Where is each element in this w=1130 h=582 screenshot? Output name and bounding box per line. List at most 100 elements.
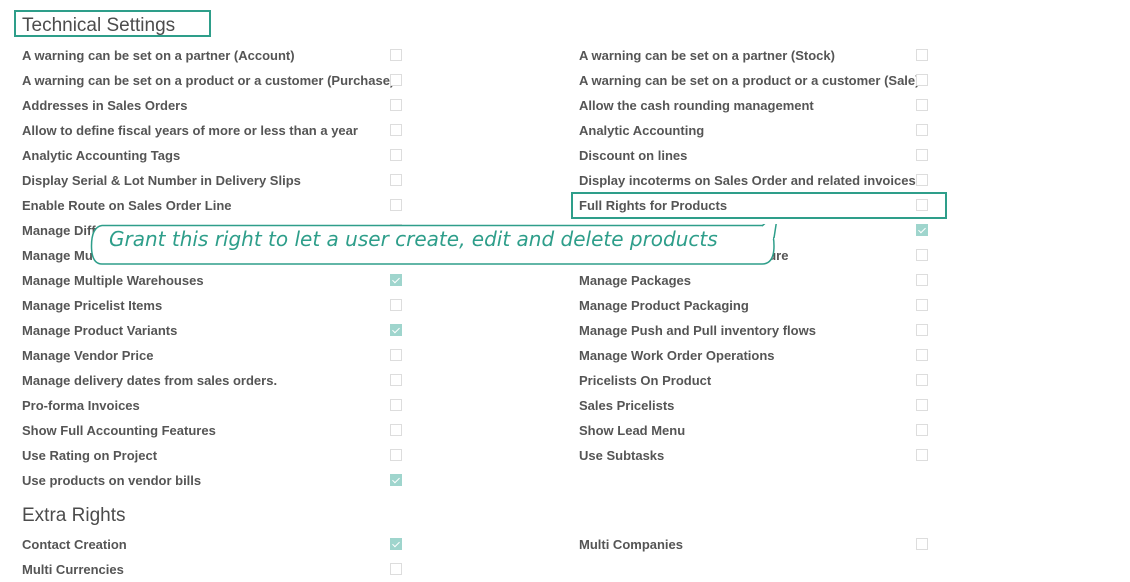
setting-checkbox[interactable] (390, 124, 402, 136)
setting-checkbox[interactable] (390, 399, 402, 411)
setting-label: Analytic Accounting Tags (22, 148, 181, 163)
setting-checkbox[interactable] (390, 174, 402, 186)
setting-label: Allow to define fiscal years of more or … (22, 123, 358, 138)
setting-checkbox[interactable] (916, 324, 928, 336)
setting-row-sales-pricelists: Sales Pricelists (579, 393, 939, 418)
extra-rights-title: Extra Rights (22, 505, 126, 526)
callout-text: Grant this right to let a user create, e… (109, 227, 718, 251)
setting-label: Sales Pricelists (579, 398, 675, 413)
setting-row-allow-to-define-fiscal-years-of-more-or-less-than-a-year: Allow to define fiscal years of more or … (22, 118, 412, 143)
setting-checkbox[interactable] (916, 99, 928, 111)
setting-row-use-products-on-vendor-bills: Use products on vendor bills (22, 468, 412, 493)
setting-checkbox[interactable] (916, 249, 928, 261)
setting-row-multi-companies: Multi Companies (579, 532, 939, 557)
setting-row-analytic-accounting: Analytic Accounting (579, 118, 939, 143)
setting-checkbox[interactable] (916, 449, 928, 461)
setting-row-a-warning-can-be-set-on-a-partner-account: A warning can be set on a partner (Accou… (22, 43, 412, 68)
setting-row-manage-multiple-warehouses: Manage Multiple Warehouses (22, 268, 412, 293)
setting-label: Manage Work Order Operations (579, 348, 775, 363)
setting-checkbox[interactable] (390, 99, 402, 111)
title-highlight-frame (14, 10, 211, 37)
setting-checkbox[interactable] (390, 374, 402, 386)
setting-checkbox[interactable] (390, 74, 402, 86)
setting-row-addresses-in-sales-orders: Addresses in Sales Orders (22, 93, 412, 118)
setting-checkbox[interactable] (390, 274, 402, 286)
setting-label: Show Lead Menu (579, 423, 686, 438)
setting-label: Pro-forma Invoices (22, 398, 140, 413)
setting-row-display-incoterms-on-sales-order-and-related-invoices: Display incoterms on Sales Order and rel… (579, 168, 939, 193)
setting-row-manage-pricelist-items: Manage Pricelist Items (22, 293, 412, 318)
setting-checkbox[interactable] (916, 224, 928, 236)
setting-row-analytic-accounting-tags: Analytic Accounting Tags (22, 143, 412, 168)
setting-checkbox[interactable] (390, 199, 402, 211)
setting-label: Addresses in Sales Orders (22, 98, 188, 113)
setting-row-display-serial-lot-number-in-delivery-slips: Display Serial & Lot Number in Delivery … (22, 168, 412, 193)
setting-label: Display Serial & Lot Number in Delivery … (22, 173, 301, 188)
setting-label: Manage delivery dates from sales orders. (22, 373, 278, 388)
setting-label: Use Subtasks (579, 448, 665, 463)
setting-checkbox[interactable] (916, 299, 928, 311)
setting-label: Enable Route on Sales Order Line (22, 198, 232, 213)
setting-row-manage-push-and-pull-inventory-flows: Manage Push and Pull inventory flows (579, 318, 939, 343)
setting-label: Display incoterms on Sales Order and rel… (579, 173, 916, 188)
full-rights-highlight-frame (571, 192, 947, 219)
setting-label: A warning can be set on a partner (Accou… (22, 48, 295, 63)
setting-row-manage-product-packaging: Manage Product Packaging (579, 293, 939, 318)
setting-label: Use Rating on Project (22, 448, 158, 463)
setting-label: Multi Companies (579, 537, 684, 552)
setting-label: A warning can be set on a product or a c… (22, 73, 395, 88)
setting-checkbox[interactable] (916, 349, 928, 361)
setting-checkbox[interactable] (916, 374, 928, 386)
setting-row-pro-forma-invoices: Pro-forma Invoices (22, 393, 412, 418)
setting-row-a-warning-can-be-set-on-a-product-or-a-customer-sale: A warning can be set on a product or a c… (579, 68, 939, 93)
setting-row-a-warning-can-be-set-on-a-product-or-a-customer-purchase: A warning can be set on a product or a c… (22, 68, 412, 93)
setting-checkbox[interactable] (916, 49, 928, 61)
setting-row-a-warning-can-be-set-on-a-partner-stock: A warning can be set on a partner (Stock… (579, 43, 939, 68)
setting-checkbox[interactable] (916, 538, 928, 550)
setting-checkbox[interactable] (916, 124, 928, 136)
setting-row-manage-packages: Manage Packages (579, 268, 939, 293)
setting-label: Analytic Accounting (579, 123, 705, 138)
setting-checkbox[interactable] (390, 563, 402, 575)
setting-checkbox[interactable] (390, 349, 402, 361)
setting-label: Manage Push and Pull inventory flows (579, 323, 816, 338)
setting-checkbox[interactable] (390, 149, 402, 161)
setting-row-manage-product-variants: Manage Product Variants (22, 318, 412, 343)
setting-checkbox[interactable] (390, 324, 402, 336)
setting-checkbox[interactable] (390, 49, 402, 61)
setting-label: Pricelists On Product (579, 373, 712, 388)
setting-checkbox[interactable] (916, 424, 928, 436)
setting-label: Contact Creation (22, 537, 127, 552)
setting-row-manage-work-order-operations: Manage Work Order Operations (579, 343, 939, 368)
setting-label: Manage Multiple Warehouses (22, 273, 204, 288)
setting-row-use-subtasks: Use Subtasks (579, 443, 939, 468)
setting-checkbox[interactable] (916, 399, 928, 411)
setting-row-multi-currencies: Multi Currencies (22, 557, 412, 582)
setting-label: Use products on vendor bills (22, 473, 202, 488)
setting-row-discount-on-lines: Discount on lines (579, 143, 939, 168)
setting-label: Show Full Accounting Features (22, 423, 216, 438)
setting-label: Multi Currencies (22, 562, 124, 577)
setting-row-manage-delivery-dates-from-sales-orders: Manage delivery dates from sales orders. (22, 368, 412, 393)
setting-row-allow-the-cash-rounding-management: Allow the cash rounding management (579, 93, 939, 118)
setting-checkbox[interactable] (390, 449, 402, 461)
setting-row-manage-vendor-price: Manage Vendor Price (22, 343, 412, 368)
setting-label: A warning can be set on a partner (Stock… (579, 48, 835, 63)
setting-checkbox[interactable] (916, 149, 928, 161)
setting-checkbox[interactable] (916, 174, 928, 186)
setting-checkbox[interactable] (390, 538, 402, 550)
setting-row-contact-creation: Contact Creation (22, 532, 412, 557)
setting-checkbox[interactable] (390, 299, 402, 311)
setting-row-show-full-accounting-features: Show Full Accounting Features (22, 418, 412, 443)
setting-checkbox[interactable] (916, 274, 928, 286)
setting-checkbox[interactable] (390, 474, 402, 486)
setting-row-pricelists-on-product: Pricelists On Product (579, 368, 939, 393)
setting-label: Manage Product Variants (22, 323, 178, 338)
setting-label: A warning can be set on a product or a c… (579, 73, 920, 88)
setting-checkbox[interactable] (916, 74, 928, 86)
setting-checkbox[interactable] (390, 424, 402, 436)
setting-label: Manage Pricelist Items (22, 298, 163, 313)
setting-row-use-rating-on-project: Use Rating on Project (22, 443, 412, 468)
setting-row-show-lead-menu: Show Lead Menu (579, 418, 939, 443)
setting-row-enable-route-on-sales-order-line: Enable Route on Sales Order Line (22, 193, 412, 218)
